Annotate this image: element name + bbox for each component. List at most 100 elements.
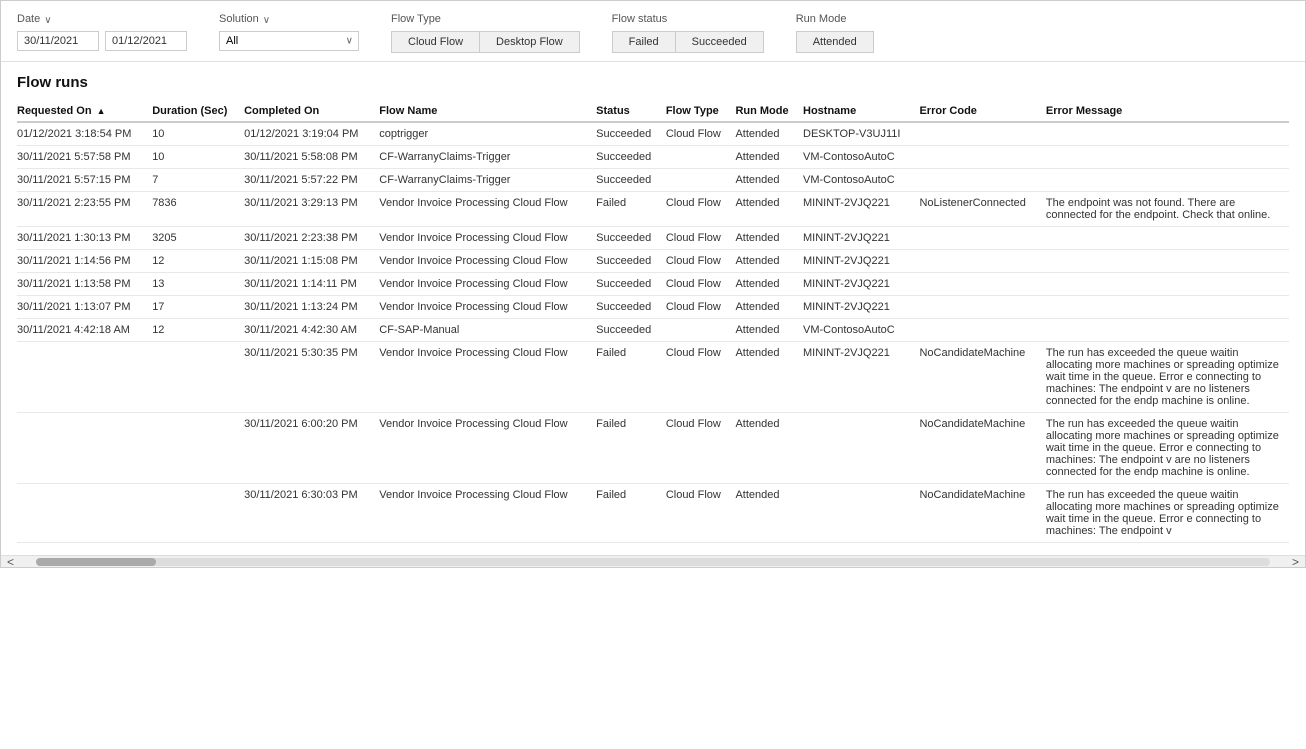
cell-requested_on: 01/12/2021 3:18:54 PM [17, 122, 152, 146]
bottom-scrollbar: < > [1, 555, 1305, 567]
cell-duration: 13 [152, 273, 244, 296]
cell-flow_name: CF-SAP-Manual [379, 319, 596, 342]
table-row: 01/12/2021 3:18:54 PM1001/12/2021 3:19:0… [17, 122, 1289, 146]
cell-run_mode: Attended [735, 250, 803, 273]
cell-completed_on: 30/11/2021 1:15:08 PM [244, 250, 379, 273]
flow-type-toggle-group: Cloud Flow Desktop Flow [391, 31, 580, 53]
table-header-row: Requested On ▲ Duration (Sec) Completed … [17, 101, 1289, 122]
col-duration: Duration (Sec) [152, 101, 244, 122]
flow-type-cloud-btn[interactable]: Cloud Flow [391, 31, 480, 53]
cell-status: Succeeded [596, 122, 666, 146]
cell-error_message: The run has exceeded the queue waitin al… [1046, 484, 1289, 543]
cell-flow_name: coptrigger [379, 122, 596, 146]
cell-flow_name: CF-WarranyClaims-Trigger [379, 146, 596, 169]
cell-status: Succeeded [596, 250, 666, 273]
cell-run_mode: Attended [735, 169, 803, 192]
filter-bar: Date ∨ Solution ∨ All [1, 1, 1305, 62]
flow-status-label: Flow status [612, 13, 764, 25]
date-end-input[interactable] [105, 31, 187, 51]
col-error-message: Error Message [1046, 101, 1289, 122]
cell-flow_type [666, 169, 736, 192]
cell-error_code: NoCandidateMachine [919, 342, 1045, 413]
cell-error_message [1046, 296, 1289, 319]
cell-requested_on: 30/11/2021 1:30:13 PM [17, 227, 152, 250]
cell-error_message [1046, 146, 1289, 169]
cell-hostname: VM-ContosoAutoC [803, 146, 919, 169]
content-area: Flow runs Requested On ▲ Duration (Sec) … [1, 62, 1305, 555]
cell-flow_type: Cloud Flow [666, 192, 736, 227]
cell-requested_on: 30/11/2021 2:23:55 PM [17, 192, 152, 227]
cell-run_mode: Attended [735, 413, 803, 484]
table-row: 30/11/2021 5:57:15 PM730/11/2021 5:57:22… [17, 169, 1289, 192]
flow-type-filter-group: Flow Type Cloud Flow Desktop Flow [391, 13, 580, 53]
cell-completed_on: 30/11/2021 5:58:08 PM [244, 146, 379, 169]
cell-error_message [1046, 273, 1289, 296]
cell-hostname: VM-ContosoAutoC [803, 169, 919, 192]
cell-completed_on: 30/11/2021 1:13:24 PM [244, 296, 379, 319]
cell-hostname [803, 413, 919, 484]
table-row: 30/11/2021 1:30:13 PM320530/11/2021 2:23… [17, 227, 1289, 250]
cell-error_message [1046, 319, 1289, 342]
cell-error_code [919, 146, 1045, 169]
run-mode-filter-group: Run Mode Attended [796, 13, 874, 53]
run-mode-toggle-group: Attended [796, 31, 874, 53]
cell-flow_type: Cloud Flow [666, 342, 736, 413]
cell-duration: 17 [152, 296, 244, 319]
cell-run_mode: Attended [735, 319, 803, 342]
cell-flow_name: Vendor Invoice Processing Cloud Flow [379, 250, 596, 273]
cell-completed_on: 30/11/2021 5:57:22 PM [244, 169, 379, 192]
table-body: 01/12/2021 3:18:54 PM1001/12/2021 3:19:0… [17, 122, 1289, 543]
flow-status-toggle-group: Failed Succeeded [612, 31, 764, 53]
table-row: 30/11/2021 5:30:35 PMVendor Invoice Proc… [17, 342, 1289, 413]
cell-flow_type: Cloud Flow [666, 296, 736, 319]
cell-status: Failed [596, 192, 666, 227]
cell-error_message [1046, 169, 1289, 192]
cell-hostname: MININT-2VJQ221 [803, 296, 919, 319]
cell-flow_type: Cloud Flow [666, 122, 736, 146]
cell-error_code [919, 296, 1045, 319]
cell-duration: 10 [152, 122, 244, 146]
solution-chevron-icon: ∨ [263, 15, 270, 26]
cell-hostname: MININT-2VJQ221 [803, 342, 919, 413]
cell-hostname: MININT-2VJQ221 [803, 273, 919, 296]
cell-status: Succeeded [596, 169, 666, 192]
scroll-right-btn[interactable]: > [1286, 555, 1305, 569]
cell-duration: 7 [152, 169, 244, 192]
flow-status-failed-btn[interactable]: Failed [612, 31, 676, 53]
table-row: 30/11/2021 6:00:20 PMVendor Invoice Proc… [17, 413, 1289, 484]
date-start-input[interactable] [17, 31, 99, 51]
scroll-left-btn[interactable]: < [1, 555, 20, 569]
date-filter-group: Date ∨ [17, 13, 187, 51]
cell-status: Succeeded [596, 273, 666, 296]
cell-flow_type: Cloud Flow [666, 227, 736, 250]
cell-completed_on: 30/11/2021 6:30:03 PM [244, 484, 379, 543]
run-mode-attended-btn[interactable]: Attended [796, 31, 874, 53]
col-requested-on[interactable]: Requested On ▲ [17, 101, 152, 122]
cell-error_code: NoListenerConnected [919, 192, 1045, 227]
cell-run_mode: Attended [735, 227, 803, 250]
flow-status-succeeded-btn[interactable]: Succeeded [676, 31, 764, 53]
cell-status: Succeeded [596, 296, 666, 319]
cell-duration [152, 342, 244, 413]
cell-error_code: NoCandidateMachine [919, 484, 1045, 543]
cell-status: Failed [596, 484, 666, 543]
solution-select[interactable]: All [219, 31, 359, 51]
cell-error_message [1046, 227, 1289, 250]
cell-status: Failed [596, 342, 666, 413]
solution-select-wrapper: All [219, 31, 359, 51]
cell-error_code [919, 319, 1045, 342]
cell-flow_name: Vendor Invoice Processing Cloud Flow [379, 296, 596, 319]
scrollbar-thumb[interactable] [36, 558, 156, 566]
run-mode-label: Run Mode [796, 13, 874, 25]
cell-status: Succeeded [596, 227, 666, 250]
cell-flow_name: Vendor Invoice Processing Cloud Flow [379, 342, 596, 413]
table-row: 30/11/2021 1:13:58 PM1330/11/2021 1:14:1… [17, 273, 1289, 296]
col-hostname: Hostname [803, 101, 919, 122]
cell-flow_type [666, 319, 736, 342]
cell-duration: 10 [152, 146, 244, 169]
cell-flow_type [666, 146, 736, 169]
cell-run_mode: Attended [735, 296, 803, 319]
cell-run_mode: Attended [735, 342, 803, 413]
cell-requested_on: 30/11/2021 1:14:56 PM [17, 250, 152, 273]
flow-type-desktop-btn[interactable]: Desktop Flow [480, 31, 580, 53]
